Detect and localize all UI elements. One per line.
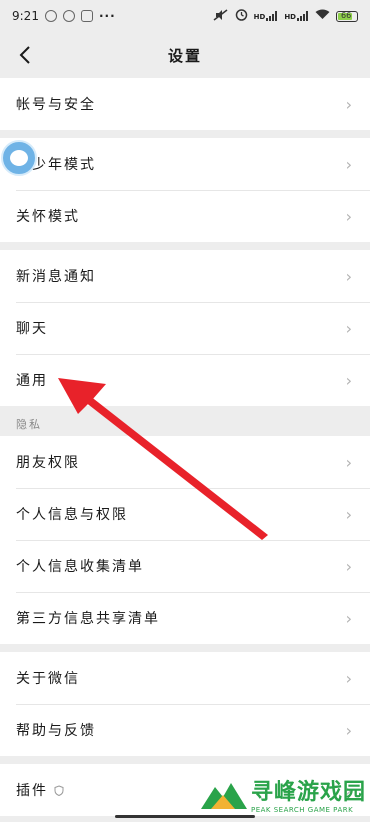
item-label: 第三方信息共享清单 <box>16 611 160 627</box>
watermark-title: 寻峰游戏园 <box>250 780 366 805</box>
item-label: 关怀模式 <box>16 209 80 225</box>
wifi-icon <box>315 9 330 23</box>
chevron-right-icon: › <box>345 94 354 114</box>
item-label: 聊天 <box>16 321 48 337</box>
app-notification-icon-3 <box>80 10 93 22</box>
settings-item-friend-permissions[interactable]: 朋友权限 › <box>0 436 370 488</box>
mute-icon <box>213 8 229 24</box>
settings-item-general[interactable]: 通用 › <box>0 354 370 406</box>
item-label: 关于微信 <box>16 671 80 687</box>
more-notifications-icon: ··· <box>98 9 116 23</box>
shield-icon <box>54 784 64 796</box>
chevron-right-icon: › <box>345 556 354 576</box>
watermark-logo: 寻峰游戏园 PEAK SEARCH GAME PARK <box>200 774 366 814</box>
chevron-right-icon: › <box>345 668 354 688</box>
item-label: 个人信息与权限 <box>16 507 128 523</box>
status-left: 9:21 ··· <box>12 9 116 23</box>
about-group: 关于微信 › 帮助与反馈 › <box>0 652 370 756</box>
settings-item-notifications[interactable]: 新消息通知 › <box>0 250 370 302</box>
home-indicator[interactable] <box>115 815 255 818</box>
item-label: 个人信息收集清单 <box>16 559 144 575</box>
chevron-right-icon: › <box>345 608 354 628</box>
status-time: 9:21 <box>12 9 39 23</box>
plugin-label-wrap: 插件 <box>16 780 64 800</box>
navigation-bar: 设置 <box>0 32 370 78</box>
app-notification-icon <box>44 10 57 22</box>
settings-item-help-feedback[interactable]: 帮助与反馈 › <box>0 704 370 756</box>
item-label: 新消息通知 <box>16 269 96 285</box>
general-group: 新消息通知 › 聊天 › 通用 › <box>0 250 370 406</box>
settings-item-care-mode[interactable]: 关怀模式 › <box>0 190 370 242</box>
status-bar: 9:21 ··· HD HD 66 <box>0 0 370 32</box>
mountain-logo-icon <box>200 783 247 809</box>
item-label: 朋友权限 <box>16 455 80 471</box>
battery-icon: 66 <box>336 10 358 22</box>
hd-label-2: HD <box>284 13 296 21</box>
chevron-right-icon: › <box>345 266 354 286</box>
chevron-right-icon: › <box>345 504 354 524</box>
status-right: HD HD 66 <box>213 8 358 24</box>
app-notification-icon-2 <box>62 10 75 22</box>
signal-icon-2: HD <box>284 11 309 21</box>
chat-bubble-icon <box>10 150 28 166</box>
watermark-text: 寻峰游戏园 PEAK SEARCH GAME PARK <box>251 774 366 814</box>
privacy-section-label: 隐私 <box>16 418 42 431</box>
privacy-group: 朋友权限 › 个人信息与权限 › 个人信息收集清单 › 第三方信息共享清单 › <box>0 436 370 644</box>
item-label: 插件 <box>16 783 48 799</box>
mode-group: 青少年模式 › 关怀模式 › <box>0 138 370 242</box>
hd-label-1: HD <box>253 13 266 21</box>
chevron-right-icon: › <box>345 452 354 472</box>
alarm-icon <box>235 8 248 24</box>
settings-item-about-wechat[interactable]: 关于微信 › <box>0 652 370 704</box>
chevron-right-icon: › <box>345 206 354 226</box>
chevron-left-icon <box>19 46 30 64</box>
back-button[interactable] <box>10 40 40 70</box>
page-title: 设置 <box>167 46 202 65</box>
settings-item-teen-mode[interactable]: 青少年模式 › <box>0 138 370 190</box>
floating-assistant-bubble[interactable] <box>1 140 37 176</box>
settings-item-third-party-sharing-list[interactable]: 第三方信息共享清单 › <box>0 592 370 644</box>
chevron-right-icon: › <box>345 370 354 390</box>
item-label: 通用 <box>16 373 48 389</box>
settings-item-info-collection-list[interactable]: 个人信息收集清单 › <box>0 540 370 592</box>
settings-item-account-security[interactable]: 帐号与安全 › <box>0 78 370 130</box>
settings-item-chat[interactable]: 聊天 › <box>0 302 370 354</box>
settings-item-personal-info-permissions[interactable]: 个人信息与权限 › <box>0 488 370 540</box>
chevron-right-icon: › <box>345 318 354 338</box>
item-label: 帮助与反馈 <box>16 723 96 739</box>
chevron-right-icon: › <box>345 720 354 740</box>
signal-icon-1: HD <box>254 11 279 21</box>
battery-level: 66 <box>341 10 352 20</box>
account-group: 帐号与安全 › <box>0 78 370 130</box>
chevron-right-icon: › <box>345 154 354 174</box>
item-label: 帐号与安全 <box>16 97 96 113</box>
watermark-subtitle: PEAK SEARCH GAME PARK <box>250 806 354 814</box>
